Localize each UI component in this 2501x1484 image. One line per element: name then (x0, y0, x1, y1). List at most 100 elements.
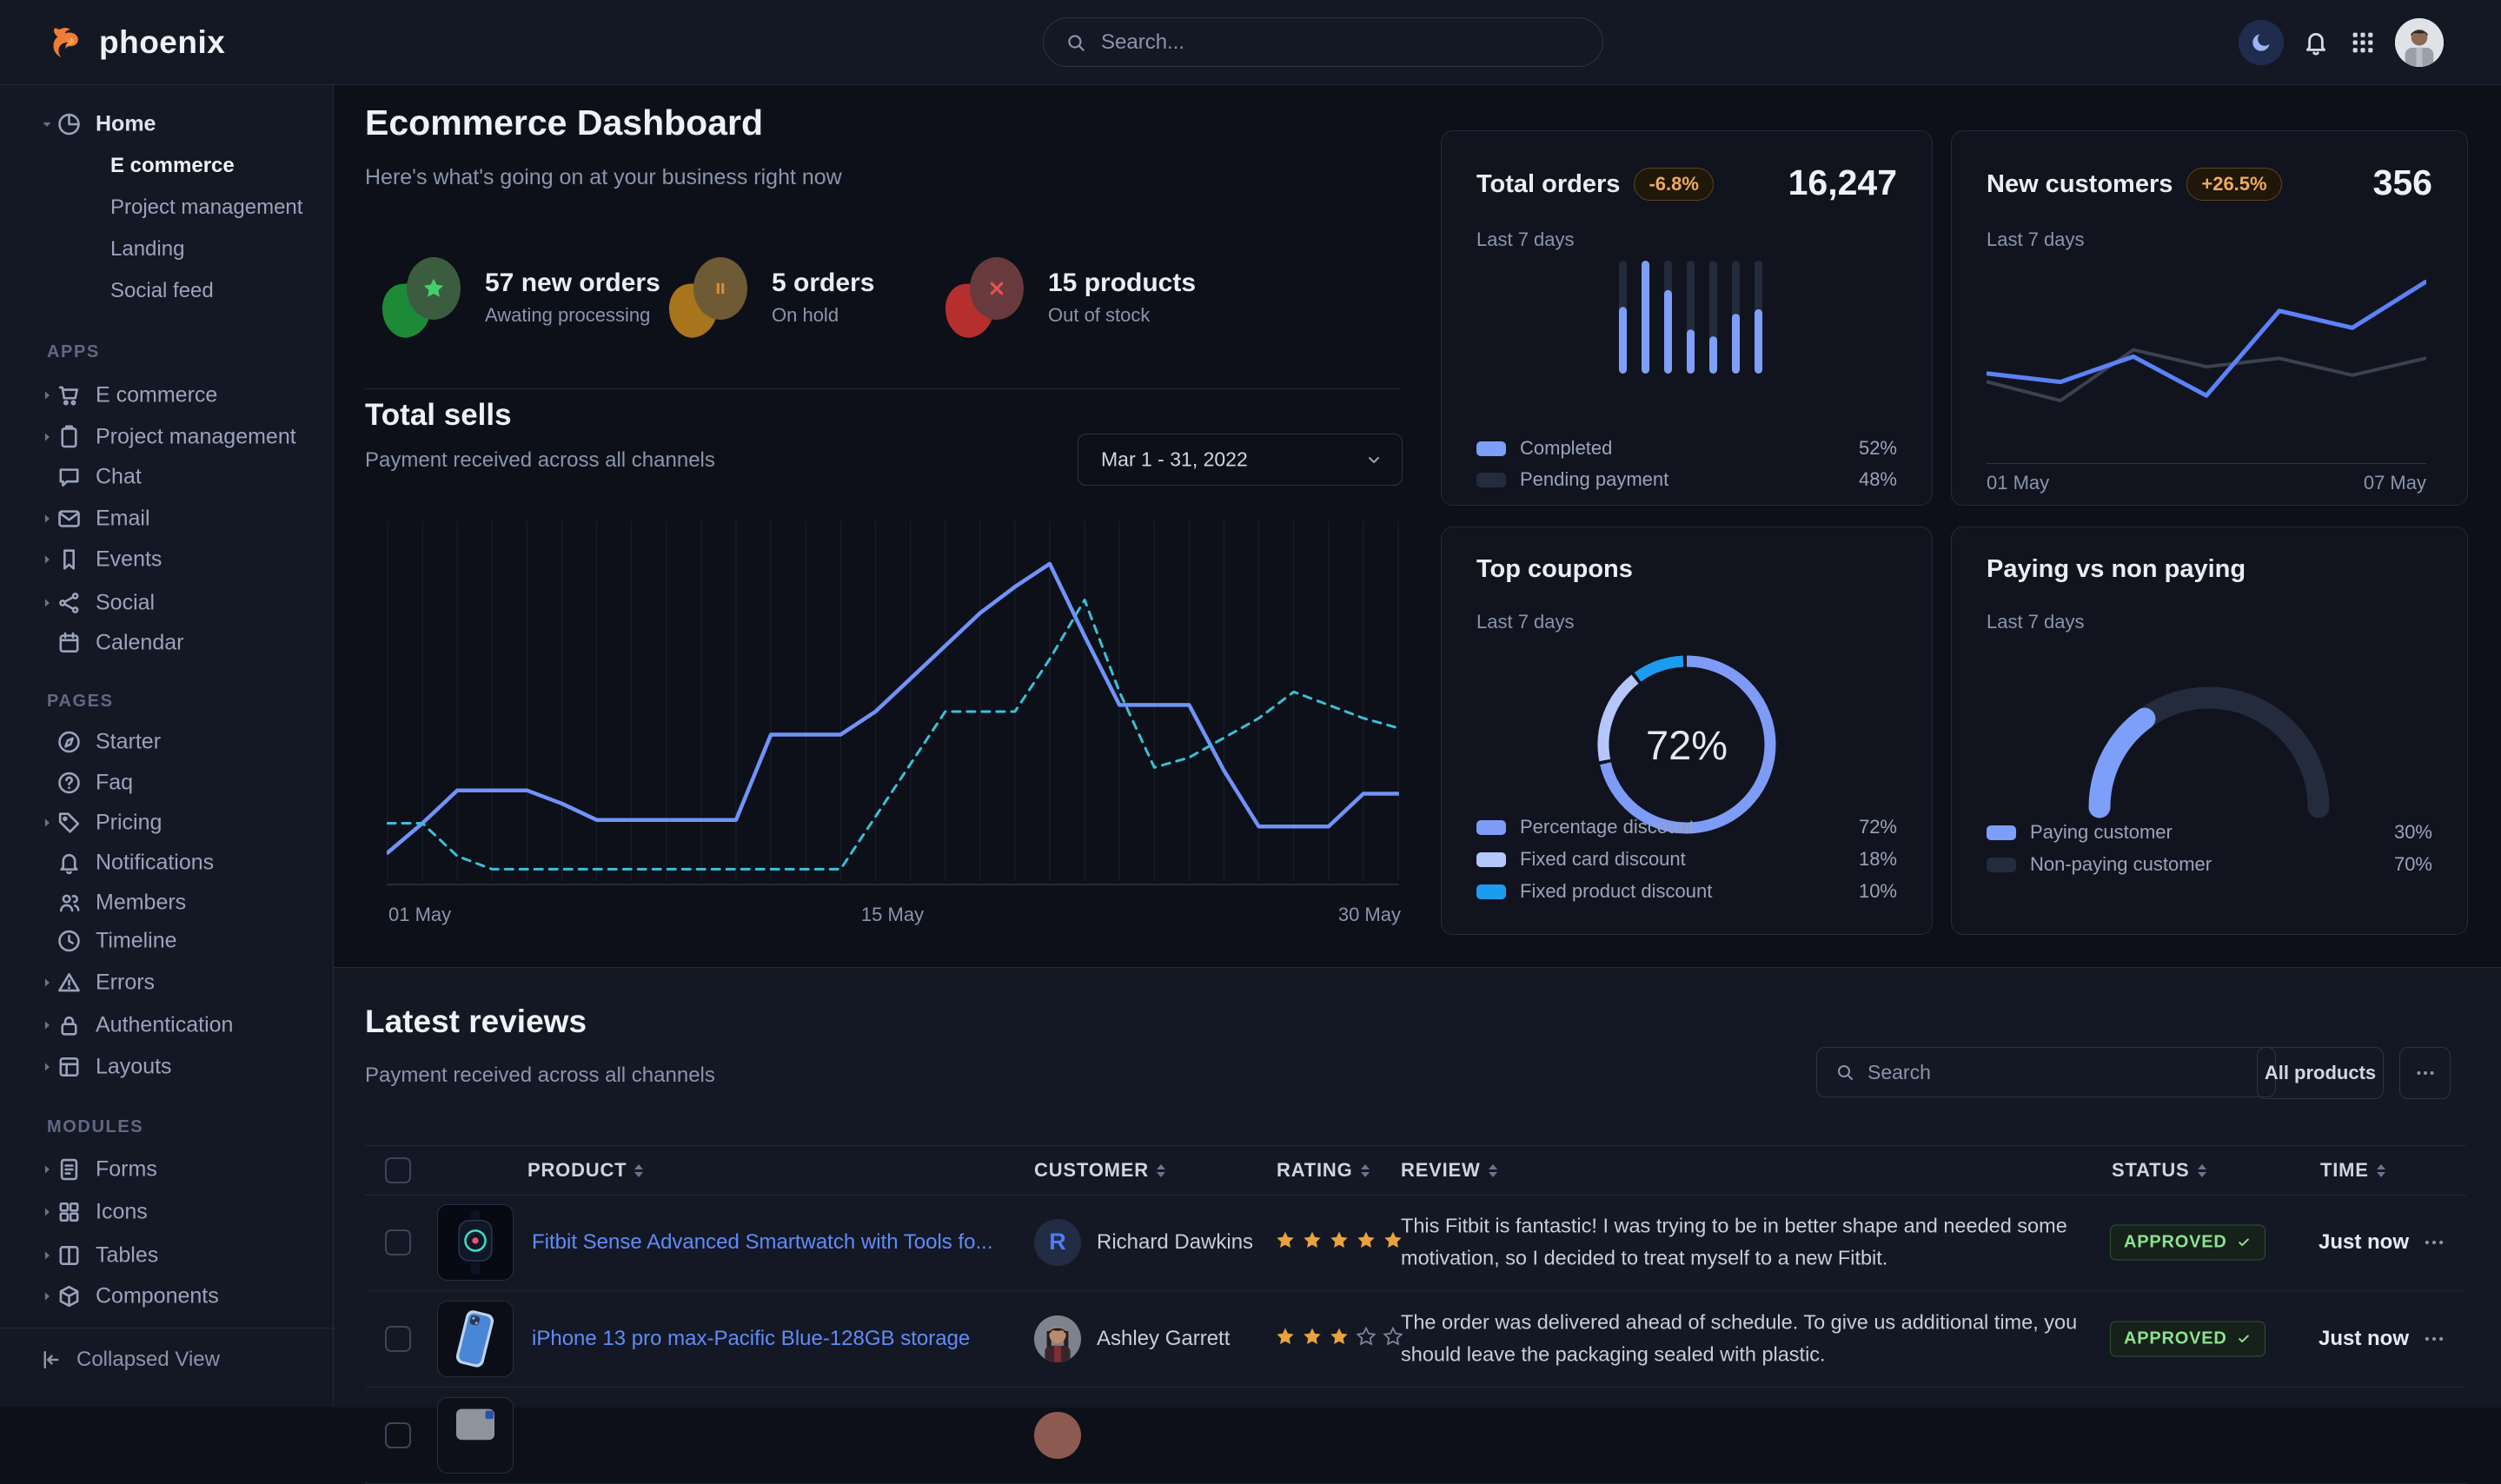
caret-right-icon (38, 814, 56, 831)
sidebar-section-pages: PAGES (47, 692, 114, 712)
brand-logo[interactable]: phoenix (47, 23, 225, 63)
question-icon (56, 770, 83, 797)
product-thumbnail[interactable] (437, 1204, 514, 1281)
sidebar-item-tables[interactable]: Tables (0, 1235, 333, 1276)
sidebar-item-components[interactable]: Components (0, 1275, 333, 1317)
axis-tick-15may: 15 May (861, 904, 924, 926)
axis-tick-left: 01 May (1987, 472, 2049, 494)
column-header-review[interactable]: REVIEW (1401, 1159, 1497, 1182)
sidebar-item-email[interactable]: Email (0, 498, 333, 540)
sidebar-item-layouts[interactable]: Layouts (0, 1046, 333, 1088)
column-header-time[interactable]: TIME (2320, 1159, 2385, 1182)
sort-icon (634, 1164, 643, 1177)
date-range-select[interactable]: Mar 1 - 31, 2022 (1078, 434, 1403, 486)
column-header-status[interactable]: STATUS (2112, 1159, 2206, 1182)
sidebar-item-pricing[interactable]: Pricing (0, 802, 333, 844)
email-icon (56, 506, 83, 533)
caret-right-icon (38, 1247, 56, 1264)
column-header-product[interactable]: PRODUCT (527, 1159, 643, 1182)
sidebar-item-label: Social feed (110, 279, 214, 303)
global-search-input[interactable] (1099, 30, 1582, 56)
legend-item-pending-payment: Pending payment 48% (1476, 468, 1897, 491)
sidebar-item-social[interactable]: Social (0, 582, 333, 624)
product-thumbnail[interactable] (437, 1397, 514, 1474)
status-badge: APPROVED (2110, 1321, 2265, 1356)
legend-swatch (1476, 473, 1506, 487)
sidebar-item-e-commerce[interactable]: E commerce (0, 374, 333, 416)
row-menu-button[interactable] (2421, 1326, 2447, 1352)
lock-icon (56, 1012, 83, 1039)
legend-label: Fixed product discount (1520, 880, 1712, 903)
total-orders-card: Total orders -6.8% Last 7 days 16,247 Co… (1441, 130, 1933, 506)
sidebar-item-home[interactable]: Home (0, 103, 333, 145)
form-icon (56, 1156, 83, 1183)
total-orders-title: Total orders (1476, 170, 1620, 199)
row-menu-button[interactable] (2421, 1229, 2447, 1255)
top-coupons-card: Top coupons Last 7 days 72% Percentage d… (1441, 527, 1933, 935)
pause-icon (669, 257, 749, 337)
layout-icon (56, 1054, 83, 1081)
column-header-rating[interactable]: RATING (1277, 1159, 1370, 1182)
sidebar-item-notifications[interactable]: Notifications (0, 842, 333, 884)
sidebar-item-social-feed[interactable]: Social feed (0, 270, 333, 312)
stat-subtitle: On hold (772, 304, 874, 327)
sidebar-item-members[interactable]: Members (0, 882, 333, 924)
paying-title: Paying vs non paying (1987, 555, 2246, 584)
people-icon (56, 890, 83, 917)
total-sells-chart (387, 518, 1399, 890)
all-products-button[interactable]: All products (2257, 1047, 2384, 1099)
sidebar-item-landing[interactable]: Landing (0, 229, 333, 270)
notifications-button[interactable] (2301, 28, 2331, 57)
reviews-more-button[interactable] (2399, 1047, 2451, 1099)
sidebar-item-timeline[interactable]: Timeline (0, 920, 333, 962)
theme-toggle-button[interactable] (2239, 20, 2284, 65)
sidebar-item-chat[interactable]: Chat (0, 456, 333, 498)
customer-name: Ashley Garrett (1097, 1327, 1230, 1351)
row-checkbox[interactable] (385, 1326, 411, 1352)
sidebar-item-label: Email (96, 507, 150, 532)
sidebar-item-icons[interactable]: Icons (0, 1191, 333, 1233)
user-avatar[interactable] (2395, 18, 2444, 67)
page-subtitle: Here's what's going on at your business … (365, 165, 842, 190)
new-customers-line-chart (1987, 251, 2426, 464)
reviews-search-input[interactable] (1866, 1060, 2258, 1085)
share-icon (56, 590, 83, 617)
sidebar-item-e-commerce[interactable]: E commerce (0, 145, 333, 187)
clock-icon (56, 928, 83, 955)
customer-name: Richard Dawkins (1097, 1230, 1253, 1255)
row-checkbox[interactable] (385, 1229, 411, 1255)
sidebar-item-label: Starter (96, 730, 161, 755)
sidebar-footer[interactable]: Collapsed View (0, 1328, 333, 1407)
global-search[interactable] (1043, 17, 1603, 67)
product-link[interactable]: iPhone 13 pro max-Pacific Blue-128GB sto… (532, 1327, 970, 1351)
sidebar-item-starter[interactable]: Starter (0, 721, 333, 763)
sidebar-item-errors[interactable]: Errors (0, 962, 333, 1004)
sidebar-item-forms[interactable]: Forms (0, 1149, 333, 1190)
new-customers-axis (1987, 463, 2426, 464)
sidebar-item-faq[interactable]: Faq (0, 762, 333, 804)
caret-right-icon (38, 974, 56, 991)
customer-avatar (1034, 1315, 1081, 1362)
new-customers-card: New customers +26.5% Last 7 days 356 01 … (1951, 130, 2468, 506)
sidebar-item-events[interactable]: Events (0, 539, 333, 580)
column-header-customer[interactable]: CUSTOMER (1034, 1159, 1165, 1182)
sidebar-item-label: Events (96, 547, 162, 573)
product-link[interactable]: Fitbit Sense Advanced Smartwatch with To… (532, 1230, 992, 1255)
row-checkbox[interactable] (385, 1422, 411, 1448)
select-all-checkbox[interactable] (385, 1157, 411, 1183)
apps-menu-button[interactable] (2348, 28, 2378, 57)
sidebar-item-project-management[interactable]: Project management (0, 187, 333, 229)
legend-label: Pending payment (1520, 468, 1668, 491)
sidebar-item-project-management[interactable]: Project management (0, 416, 333, 458)
product-thumbnail[interactable] (437, 1301, 514, 1377)
compass-icon (56, 729, 83, 756)
sidebar-item-authentication[interactable]: Authentication (0, 1004, 333, 1046)
total-orders-badge: -6.8% (1634, 168, 1713, 201)
new-customers-period: Last 7 days (1987, 229, 2085, 251)
top-coupons-period: Last 7 days (1476, 611, 1575, 633)
reviews-search[interactable] (1816, 1047, 2276, 1097)
sidebar-item-calendar[interactable]: Calendar (0, 622, 333, 664)
caret-right-icon (38, 551, 56, 568)
legend-item-non-paying-customer: Non-paying customer 70% (1987, 853, 2432, 876)
table-icon (56, 1242, 83, 1269)
